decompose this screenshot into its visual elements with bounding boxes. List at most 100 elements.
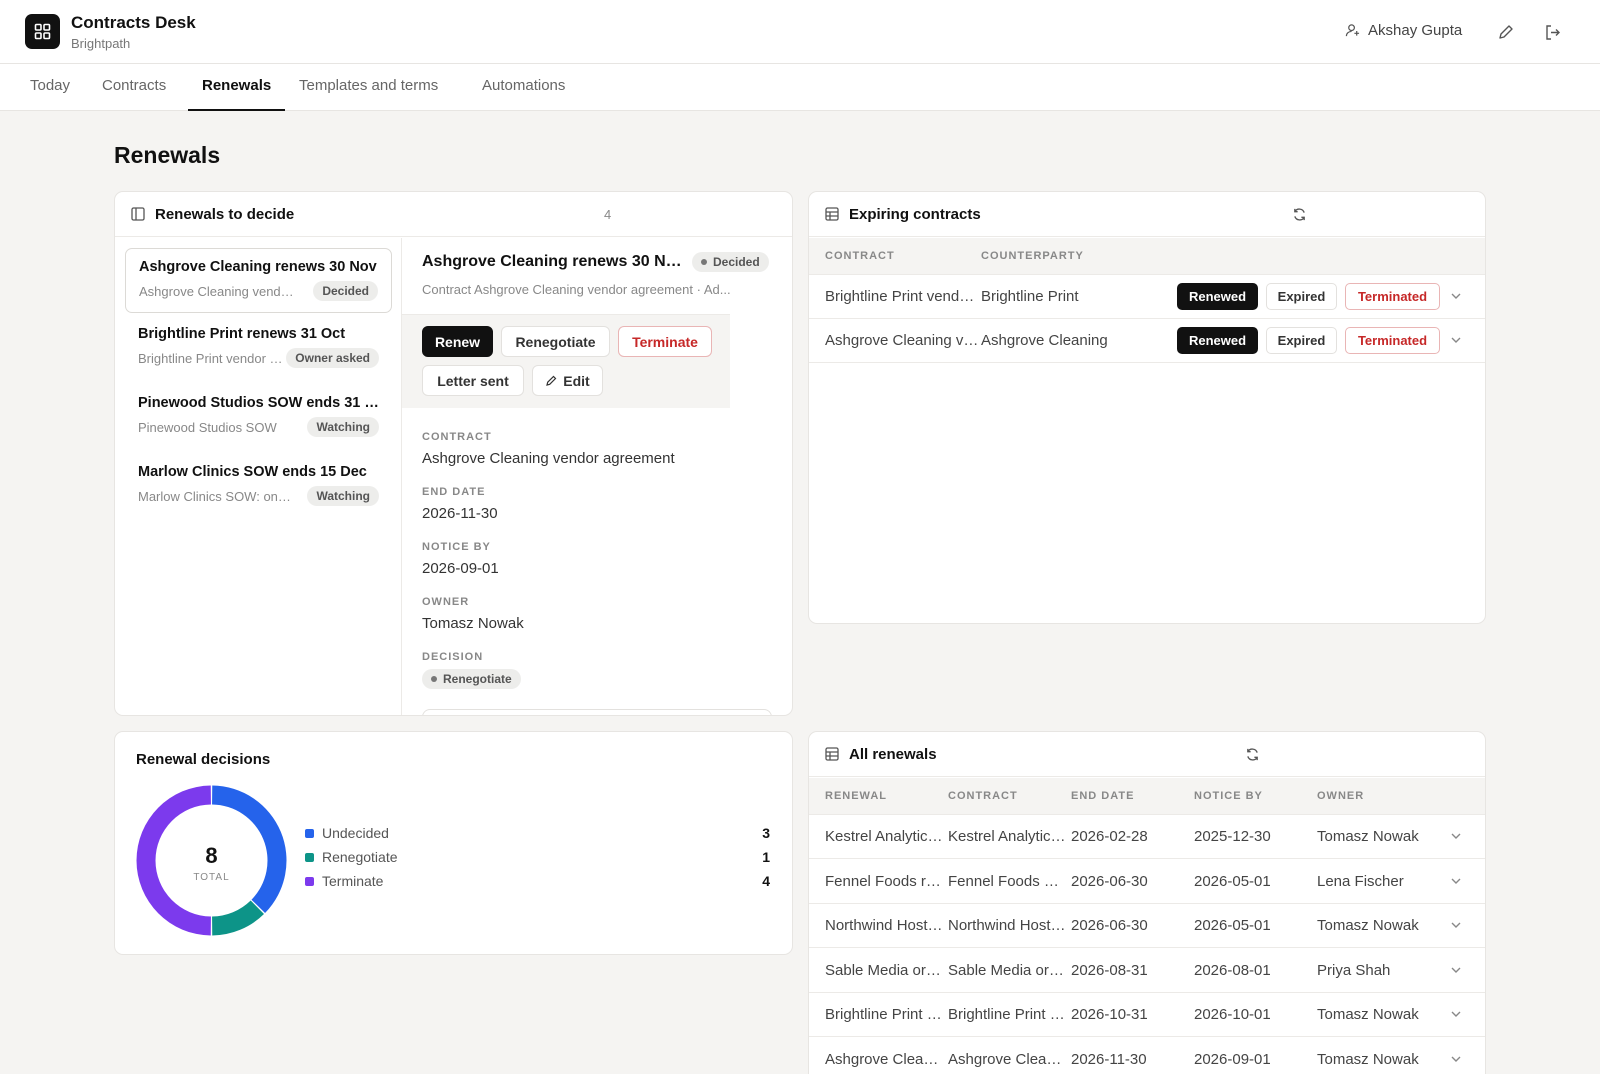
edit-icon[interactable] [1495,22,1515,42]
status-badge: Watching [307,417,379,437]
table-row[interactable]: Sable Media order renews 31 Aug Sable Med… [809,949,1485,993]
table-icon [825,207,839,226]
renewal-cell: Northwind Hosting renews 30 Jun [825,917,943,934]
notice-cell: 2026-05-01 [1194,872,1271,890]
legend-item: Terminate 4 [305,872,770,892]
table-row[interactable]: Kestrel Analytics renews 28 Feb Kestrel A… [809,815,1485,859]
tab-automations[interactable]: Automations [482,64,565,111]
column-header-counterparty: COUNTERPARTY [981,250,1084,262]
end-date-label: END DATE [422,486,486,498]
list-item-title: Ashgrove Cleaning renews 30 Nov [139,259,377,275]
letter-sent-button[interactable]: Letter sent [422,365,524,396]
app-logo-icon[interactable] [25,14,60,49]
detail-status: Decided [713,255,760,269]
tab-templates-and-terms[interactable]: Templates and terms [299,64,438,111]
table-icon [825,747,839,766]
owner-label: OWNER [422,596,470,608]
pencil-icon [546,375,557,386]
notice-cell: 2026-10-01 [1194,1006,1271,1023]
card-header: Renewals to decide 4 [115,192,792,237]
renewal-cell: Sable Media order renews 31 Aug [825,961,943,979]
chevron-down-icon[interactable] [1450,830,1462,842]
status-badge: Watching [307,486,379,506]
end-date-value: 2026-11-30 [422,505,498,522]
main-tabs: Today Contracts Renewals Templates and t… [0,64,1600,111]
card-header: Expiring contracts [809,192,1485,237]
renew-button[interactable]: Renew [422,326,493,357]
chevron-down-icon[interactable] [1450,334,1462,346]
expired-button[interactable]: Expired [1266,327,1337,354]
column-header-notice-by: NOTICE BY [1194,790,1263,802]
status-badge: Decided [313,281,378,301]
contract-value: Ashgrove Cleaning vendor agreement [422,450,675,467]
list-item[interactable]: Ashgrove Cleaning renews 30 Nov Ashgrove… [125,248,392,313]
notice-by-label: NOTICE BY [422,541,491,553]
chevron-down-icon[interactable] [1450,919,1462,931]
edit-button[interactable]: Edit [532,365,603,396]
tab-today[interactable]: Today [30,64,70,111]
expiring-contracts-card: Expiring contracts CONTRACT COUNTERPARTY… [808,191,1486,624]
legend-value: 3 [762,825,770,841]
edit-button-label: Edit [563,372,590,389]
card-header: All renewals [809,732,1485,777]
logout-icon[interactable] [1542,22,1562,42]
decision-value: Renegotiate [443,672,512,686]
renewed-button[interactable]: Renewed [1177,283,1258,310]
list-item-title: Marlow Clinics SOW ends 15 Dec [138,464,367,480]
table-row[interactable]: Ashgrove Cleaning renews 30 Nov Ashgrove … [809,1038,1485,1074]
legend-label: Undecided [322,825,389,841]
renewal-decisions-card: Renewal decisions 8 TOTAL Undecided 3 Re… [114,731,793,955]
table-row[interactable]: Brightline Print renews 31 Oct Brightline… [809,993,1485,1037]
expired-button[interactable]: Expired [1266,283,1337,310]
table-row[interactable]: Northwind Hosting renews 30 Jun Northwind… [809,904,1485,948]
table-row[interactable]: Brightline Print vendor agreement Bright… [809,275,1485,319]
list-item[interactable]: Pinewood Studios SOW ends 31 Dec Pinewoo… [125,385,392,450]
status-dot-icon [701,259,707,265]
table-row[interactable]: Ashgrove Cleaning vendor agreement Ashgr… [809,319,1485,363]
chevron-down-icon[interactable] [1450,290,1462,302]
refresh-icon[interactable] [1290,205,1308,223]
chevron-down-icon[interactable] [1450,1053,1462,1065]
end-cell: 2026-10-31 [1071,1006,1148,1023]
owner-cell: Tomasz Nowak [1317,1050,1419,1068]
decision-badge: Renegotiate [422,669,521,689]
end-cell: 2026-08-31 [1071,961,1148,979]
renewal-cell: Ashgrove Cleaning renews 30 Nov [825,1050,943,1068]
user-menu[interactable]: Akshay Gupta [1345,22,1462,39]
owner-cell: Tomasz Nowak [1317,917,1419,934]
all-renewals-card: All renewals RENEWAL CONTRACT END DATE N… [808,731,1486,1074]
chevron-down-icon[interactable] [1450,1008,1462,1020]
refresh-icon[interactable] [1243,745,1261,763]
contract-cell: Northwind Hosting agreement [948,917,1066,934]
user-icon [1345,24,1360,37]
owner-cell: Lena Fischer [1317,872,1404,890]
end-cell: 2026-02-28 [1071,828,1148,845]
tab-renewals[interactable]: Renewals [188,64,286,111]
renegotiate-button[interactable]: Renegotiate [501,326,610,357]
renewal-detail: Ashgrove Cleaning renews 30 Nov Decided … [401,238,789,715]
top-bar: Contracts Desk Brightpath Akshay Gupta [0,0,1600,64]
card-title: Expiring contracts [849,206,981,223]
owner-value: Tomasz Nowak [422,615,524,632]
app-title: Contracts Desk [71,13,196,32]
status-badge: Owner asked [286,348,379,368]
legend-label: Terminate [322,873,384,889]
notice-by-value: 2026-09-01 [422,560,499,577]
decision-label: DECISION [422,651,484,663]
list-item[interactable]: Brightline Print renews 31 Oct Brightlin… [125,316,392,381]
column-header-renewal: RENEWAL [825,790,887,802]
list-item[interactable]: Marlow Clinics SOW ends 15 Dec Marlow Cl… [125,454,392,519]
tab-contracts[interactable]: Contracts [102,64,166,111]
contract-cell: Brightline Print vendor agreement [948,1006,1066,1023]
legend-value: 1 [762,849,770,865]
terminate-button[interactable]: Terminate [618,326,712,357]
org-name: Brightpath [71,36,131,51]
counterparty-cell: Brightline Print [981,288,1079,305]
renewed-button[interactable]: Renewed [1177,327,1258,354]
terminated-button[interactable]: Terminated [1345,283,1440,310]
terminated-button[interactable]: Terminated [1345,327,1440,354]
chevron-down-icon[interactable] [1450,964,1462,976]
table-row[interactable]: Fennel Foods renews 30 Jun Fennel Foods a… [809,860,1485,904]
chevron-down-icon[interactable] [1450,875,1462,887]
list-item-subtitle: Ashgrove Cleaning vendor agreement [139,283,299,299]
